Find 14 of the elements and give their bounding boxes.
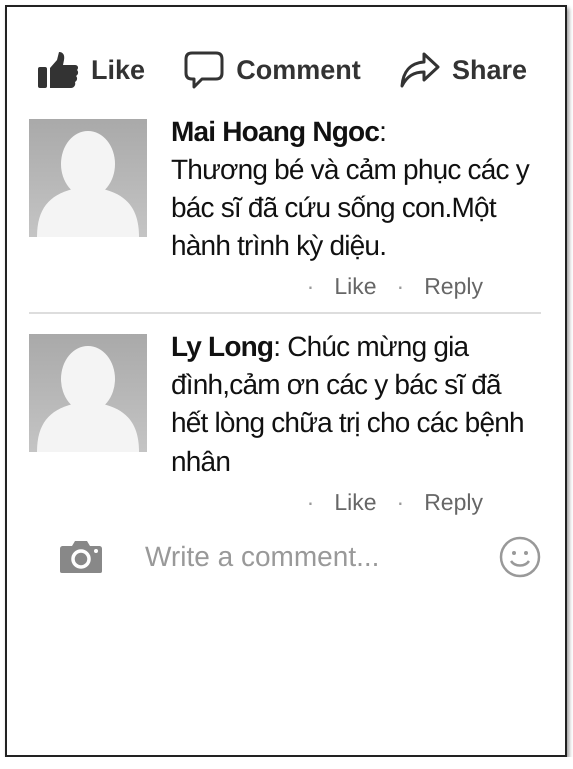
separator-dot: · [396,273,404,300]
comment-button[interactable]: Comment [184,51,361,89]
comment-text: Ly Long: Chúc mừng gia đình,cảm ơn các y bác sĩ đã hết lòng chữa trị cho các bệnh nhân [171,330,525,479]
separator-dot: · [396,488,404,516]
comment-text: Mai Hoang Ngoc: Thương bé và cảm phục các y bác sĩ đã cứu sống con.Một hành trình kỳ diệu. [171,115,530,264]
share-button[interactable]: Share [400,52,527,88]
reply-link[interactable]: Reply [424,273,483,300]
comment-input-field[interactable]: Write a comment... [143,540,459,574]
like-link[interactable]: Like [334,273,377,300]
separator-dot: · [306,488,314,516]
reply-link[interactable]: Reply [424,488,483,516]
like-link[interactable]: Like [334,488,377,516]
separator-dot: · [306,273,314,300]
like-button[interactable]: Like [37,51,146,89]
